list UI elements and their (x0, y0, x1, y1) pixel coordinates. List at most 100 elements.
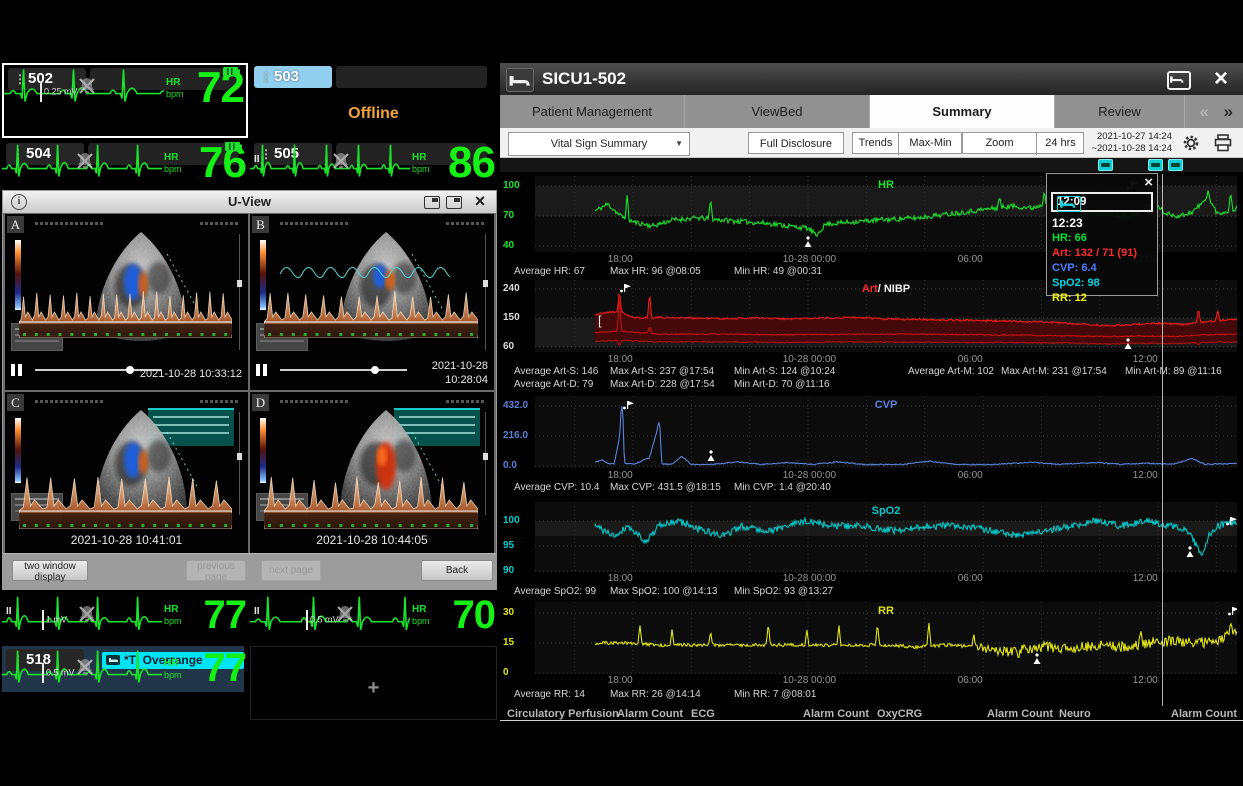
ultrasound-clip-B[interactable]: B2021-10-2810:28:04 (250, 214, 494, 390)
tooltip-value-row: RR: 12 (1052, 292, 1087, 304)
back-button[interactable]: Back (421, 560, 493, 581)
bottom-section-label: ECG (691, 708, 715, 720)
tooltip-value-row: HR: 66 (1052, 232, 1087, 244)
ultrasound-clip-C[interactable]: C2021-10-28 10:41:01 (5, 392, 248, 555)
minimize-to-tile-icon[interactable] (1167, 71, 1191, 90)
hr-value: 77 (188, 597, 244, 635)
chart-stat: Average HR: 67 (514, 266, 585, 277)
bottom-section-label: Alarm Count (617, 708, 683, 720)
next-page-button[interactable]: next page (261, 560, 321, 581)
lead-label: II (6, 606, 12, 617)
tabs-next-icon[interactable]: » (1224, 95, 1233, 128)
tab-patient-management[interactable]: Patient Management (500, 95, 685, 128)
uview-titlebar[interactable]: i U-View × (3, 191, 496, 213)
playback-track[interactable] (280, 369, 407, 371)
clip-timestamp: 2021-10-28 (432, 360, 488, 372)
previous-page-button[interactable]: previous page (186, 560, 246, 581)
add-patient-button[interactable]: + (251, 677, 496, 700)
y-axis-label: 40 (503, 240, 533, 251)
header-text-decor (200, 400, 240, 403)
full-disclosure-button[interactable]: Full Disclosure (748, 132, 844, 154)
patient-tile-w70[interactable]: II0.5 mVHRbpm70 (250, 592, 497, 644)
tab-viewbed[interactable]: ViewBed (685, 95, 870, 128)
tabs-prev-icon[interactable]: « (1200, 95, 1209, 128)
event-bed-icon[interactable] (1168, 159, 1183, 171)
x-axis-tick: 06:00 (958, 470, 983, 481)
settings-gear-icon[interactable] (1182, 134, 1200, 152)
x-axis-tick: 10-28 00:00 (783, 675, 836, 686)
hr-value: 77 (188, 650, 244, 688)
tooltip-value-row: SpO2: 98 (1052, 277, 1100, 289)
y-axis-label: 240 (503, 283, 533, 294)
y-axis-label: 0 (503, 667, 533, 678)
offline-status: Offline (250, 105, 497, 123)
tab-summary[interactable]: Summary (870, 95, 1055, 128)
y-axis-label: 30 (503, 607, 533, 618)
y-axis-label: 100 (503, 515, 533, 526)
spectral-doppler-strip (19, 288, 232, 338)
clip-letter: D (252, 394, 269, 411)
patient-tile-empty[interactable]: + (250, 646, 497, 720)
patient-tile-502[interactable]: ⋮5020.25 mVHRbpm72 (2, 63, 248, 138)
clip-letter: B (252, 216, 269, 233)
chart-stat: Average Art-M: 102 (908, 366, 994, 377)
tab-review[interactable]: Review (1055, 95, 1185, 128)
header-text-decor (446, 400, 486, 403)
x-axis-tick: 10-28 00:00 (783, 254, 836, 265)
hr-unit-label: bpm (412, 165, 430, 174)
chart-stat: Average Art-S: 146 (514, 366, 598, 377)
zoom-button[interactable]: Zoom (963, 133, 1037, 155)
header-text-decor (280, 222, 350, 225)
chart-title-rr: RR (535, 605, 1237, 617)
ultrasound-clip-D[interactable]: D2021-10-28 10:44:05 (250, 392, 494, 555)
hr-unit-label: bpm (164, 165, 182, 174)
min-marker-icon (1187, 546, 1194, 557)
patient-tile-w77[interactable]: II1 mVHRbpm77 (2, 592, 248, 644)
x-axis-tick: 06:00 (958, 675, 983, 686)
hr-param-label: HR (164, 605, 178, 615)
time-cursor[interactable] (1162, 174, 1163, 706)
x-axis-tick: 12:00 (1133, 470, 1158, 481)
chart-stat: Max CVP: 431.5 @18:15 (610, 482, 721, 493)
pause-icon[interactable] (11, 364, 23, 376)
depth-scale (485, 234, 486, 350)
chart-stat: Average RR: 14 (514, 689, 585, 700)
chart-title-spo2: SpO2 (535, 505, 1237, 517)
tooltip-bed-icon[interactable] (1057, 196, 1081, 212)
tooltip-time-input[interactable]: 12:09 (1051, 192, 1153, 212)
trend-mode-button[interactable]: Max-Min (899, 133, 962, 155)
summary-type-select[interactable]: Vital Sign Summary ▼ (508, 132, 690, 156)
pop-out-icon[interactable] (424, 196, 440, 209)
playback-knob[interactable] (126, 366, 134, 374)
clip-timestamp: 2021-10-28 10:33:12 (140, 368, 242, 380)
trends-button[interactable]: Trends (853, 133, 899, 155)
event-bed-icon[interactable] (1148, 159, 1163, 171)
alarm-off-bell-icon (74, 150, 96, 172)
close-icon[interactable]: × (472, 190, 488, 212)
patient-name-box[interactable] (336, 66, 487, 88)
tooltip-close-icon[interactable]: × (1144, 174, 1153, 191)
print-icon[interactable] (1214, 134, 1232, 152)
playback-knob[interactable] (371, 366, 379, 374)
two-window-display-button[interactable]: two window display (12, 560, 88, 581)
hr-unit-label: bpm (412, 617, 430, 626)
tile-menu-dots-icon[interactable]: ⋮ (260, 70, 272, 84)
svg-text:[: [ (598, 313, 602, 328)
pause-icon[interactable] (256, 364, 268, 376)
waveform-area: 0.5 mVHRbpm77 (2, 646, 244, 692)
bed-icon (506, 68, 534, 92)
battery-icon (223, 67, 240, 76)
patient-tile-518[interactable]: ⋮518*TI Overrange0.5 mVHRbpm77 (2, 646, 248, 720)
event-bed-icon[interactable] (1098, 159, 1113, 171)
bed-label[interactable]: ⋮503 (254, 66, 332, 88)
ultrasound-clip-A[interactable]: A2021-10-28 10:33:12 (5, 214, 248, 390)
bottom-section-label: Alarm Count (1171, 708, 1237, 720)
interval-button[interactable]: 24 hrs (1037, 133, 1084, 155)
waveform-area: HRbpm76 (2, 140, 242, 186)
close-icon[interactable]: × (1209, 63, 1233, 95)
tooltip-value-row: CVP: 6.4 (1052, 262, 1097, 274)
y-axis-label: 15 (503, 637, 533, 648)
expand-icon[interactable] (446, 196, 462, 209)
patient-tile-503[interactable]: ⋮503 Offline (250, 63, 497, 138)
viewer-titlebar[interactable]: SICU1-502 × (500, 63, 1243, 95)
